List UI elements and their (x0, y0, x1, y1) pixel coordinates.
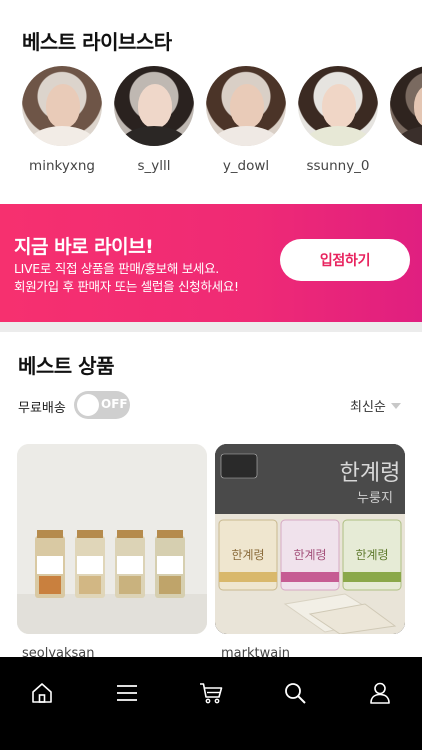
banner-description: LIVE로 직접 상품을 판매/홍보해 보세요. 회원가입 후 판매자 또는 셀… (14, 260, 239, 296)
free-shipping-toggle[interactable]: OFF (74, 391, 130, 419)
chevron-down-icon (390, 402, 401, 409)
toggle-state: OFF (101, 397, 128, 411)
nav-cart[interactable] (169, 657, 253, 750)
banner-title: 지금 바로 라이브! (14, 236, 154, 258)
bottom-nav (0, 657, 422, 750)
product-card[interactable] (17, 444, 207, 634)
nav-menu[interactable] (84, 657, 168, 750)
star-carousel[interactable]: minkyxng s_ylll y_dowl ssunny_0 (22, 66, 422, 174)
section-title: 베스트 라이브스타 (22, 30, 172, 54)
user-icon[interactable] (368, 681, 392, 705)
star-name: y_dowl (222, 158, 270, 174)
best-products-section: 베스트 상품 무료배송 OFF 최신순 seolyaksan 한계령 누룽지 한… (0, 332, 422, 662)
sort-dropdown[interactable]: 최신순 (350, 396, 401, 415)
avatar[interactable] (114, 66, 194, 146)
banner-line-1: LIVE로 직접 상품을 판매/홍보해 보세요. (14, 261, 219, 276)
box-label: 한계령 (355, 548, 388, 562)
avatar[interactable] (390, 66, 422, 146)
star-name: ssunny_0 (306, 158, 370, 174)
avatar[interactable] (22, 66, 102, 146)
star-item[interactable]: minkyxng (22, 66, 102, 174)
box-label: 한계령 (293, 548, 326, 562)
nav-user[interactable] (338, 657, 422, 750)
star-item[interactable]: s_ylll (114, 66, 194, 174)
product-image: 한계령 누룽지 한계령 한계령 한계령 (215, 444, 405, 634)
section-title: 베스트 상품 (18, 354, 114, 378)
join-button[interactable]: 입점하기 (280, 239, 410, 281)
cart-icon[interactable] (199, 681, 223, 705)
star-item[interactable]: ssunny_0 (298, 66, 378, 174)
brand-text: 한계령 (340, 461, 401, 486)
banner-line-2: 회원가입 후 판매자 또는 셀럽을 신청하세요! (14, 279, 239, 294)
best-live-stars-section: 베스트 라이브스타 minkyxng s_ylll y_dowl ssunny_… (0, 0, 422, 198)
brand-subtext: 누룽지 (357, 491, 393, 506)
nav-home[interactable] (0, 657, 84, 750)
free-shipping-label: 무료배송 (18, 401, 66, 416)
home-icon[interactable] (30, 681, 54, 705)
box-label: 한계령 (231, 548, 264, 562)
nav-search[interactable] (253, 657, 337, 750)
product-image (17, 444, 207, 634)
search-icon[interactable] (283, 681, 307, 705)
avatar[interactable] (298, 66, 378, 146)
toggle-knob (77, 394, 99, 416)
star-item[interactable]: se (390, 66, 422, 174)
menu-icon[interactable] (115, 681, 139, 705)
section-divider (0, 322, 422, 332)
star-name: s_ylll (137, 158, 171, 174)
sort-label: 최신순 (350, 400, 386, 415)
star-item[interactable]: y_dowl (206, 66, 286, 174)
avatar[interactable] (206, 66, 286, 146)
star-name: minkyxng (29, 158, 95, 174)
product-card[interactable]: 한계령 누룽지 한계령 한계령 한계령 (215, 444, 405, 634)
